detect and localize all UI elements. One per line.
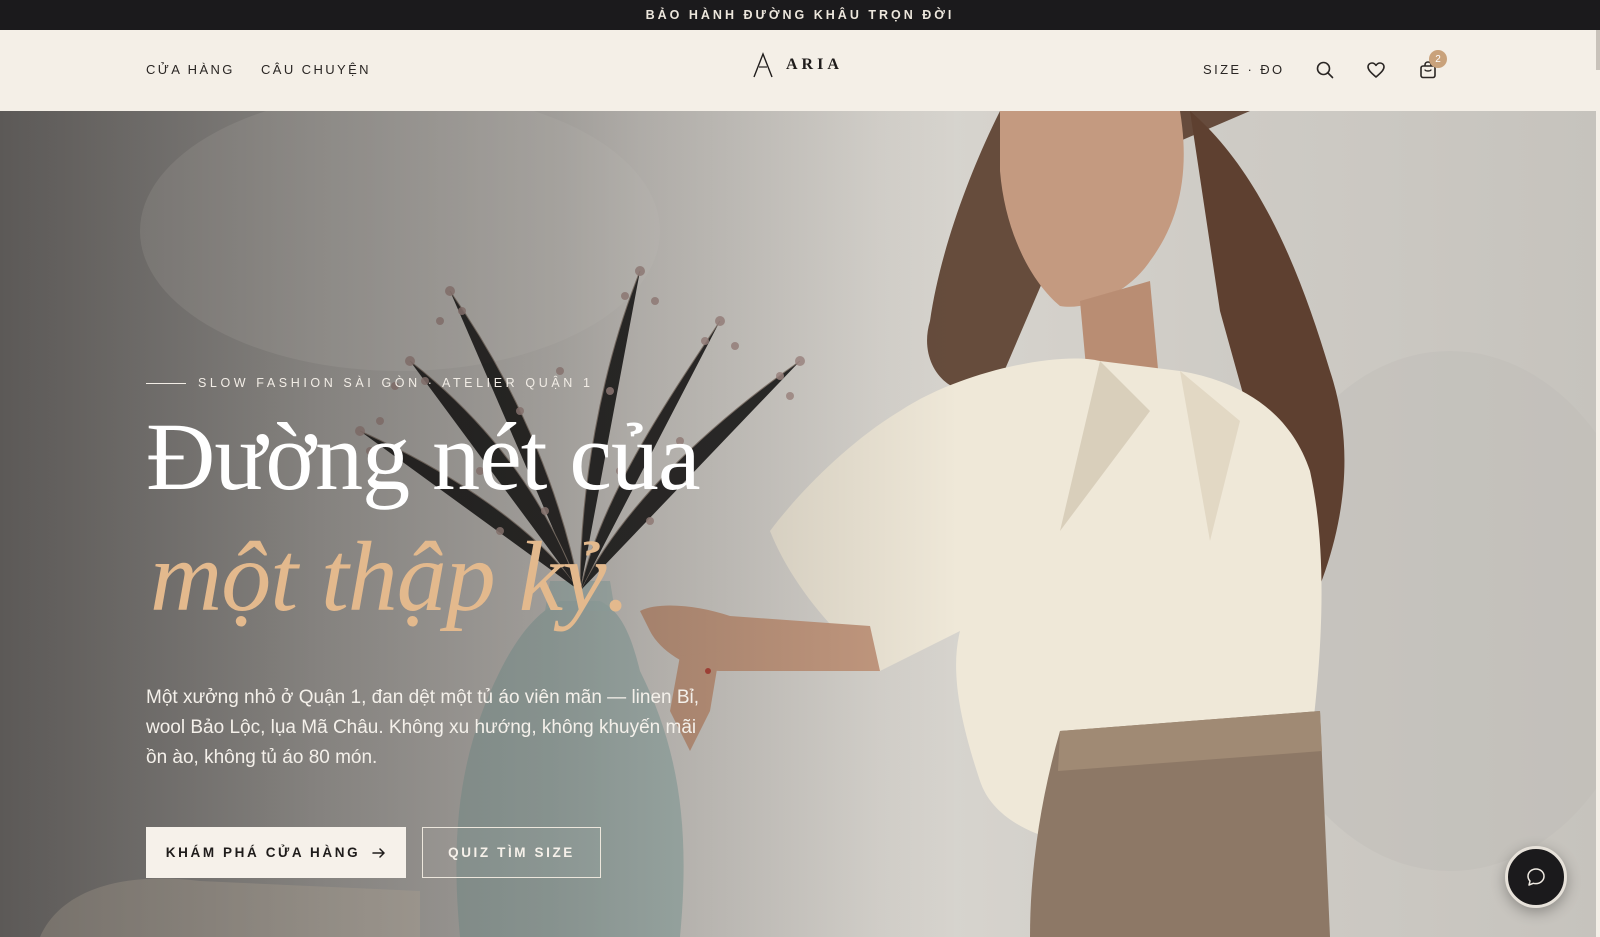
scrollbar-track[interactable] <box>1596 30 1600 937</box>
nav-story-link[interactable]: CÂU CHUYỆN <box>261 62 371 77</box>
logo-text: ARIA <box>786 56 843 73</box>
announcement-text: BẢO HÀNH ĐƯỜNG KHÂU TRỌN ĐỜI <box>645 8 955 22</box>
heart-icon <box>1367 62 1385 78</box>
eyebrow-divider <box>146 382 186 384</box>
logo-mark-icon <box>753 52 773 78</box>
hero-headline-line1: Đường nét của <box>146 403 701 510</box>
eyebrow-text: SLOW FASHION SÀI GÒN · ATELIER QUẬN 1 <box>198 376 594 390</box>
size-quiz-label: QUIZ TÌM SIZE <box>448 845 575 860</box>
hero-section: SLOW FASHION SÀI GÒN · ATELIER QUẬN 1 Đư… <box>0 111 1596 937</box>
wishlist-button[interactable] <box>1364 58 1388 82</box>
size-quiz-button[interactable]: QUIZ TÌM SIZE <box>422 827 601 878</box>
nav-shop-link[interactable]: CỬA HÀNG <box>146 62 235 77</box>
search-button[interactable] <box>1313 58 1337 82</box>
chat-button[interactable] <box>1505 846 1567 908</box>
chat-icon <box>1527 868 1545 886</box>
cart-count-badge: 2 <box>1429 50 1447 68</box>
search-icon <box>1316 61 1334 79</box>
site-header: CỬA HÀNG CÂU CHUYỆN ARIA SIZE · ĐO 2 <box>0 30 1596 111</box>
explore-shop-button[interactable]: KHÁM PHÁ CỬA HÀNG <box>146 827 406 878</box>
hero-eyebrow: SLOW FASHION SÀI GÒN · ATELIER QUẬN 1 <box>146 376 594 390</box>
hero-description: Một xưởng nhỏ ở Quận 1, đan dệt một tủ á… <box>146 687 700 768</box>
scrollbar-thumb[interactable] <box>1596 30 1600 70</box>
hero-headline-line2: một thập kỷ. <box>150 521 631 632</box>
size-guide-link[interactable]: SIZE · ĐO <box>1203 62 1285 77</box>
arrow-right-icon <box>372 847 385 858</box>
announcement-bar: BẢO HÀNH ĐƯỜNG KHÂU TRỌN ĐỜI <box>0 0 1600 30</box>
explore-shop-label: KHÁM PHÁ CỬA HÀNG <box>165 845 361 860</box>
logo[interactable]: ARIA <box>752 52 843 78</box>
